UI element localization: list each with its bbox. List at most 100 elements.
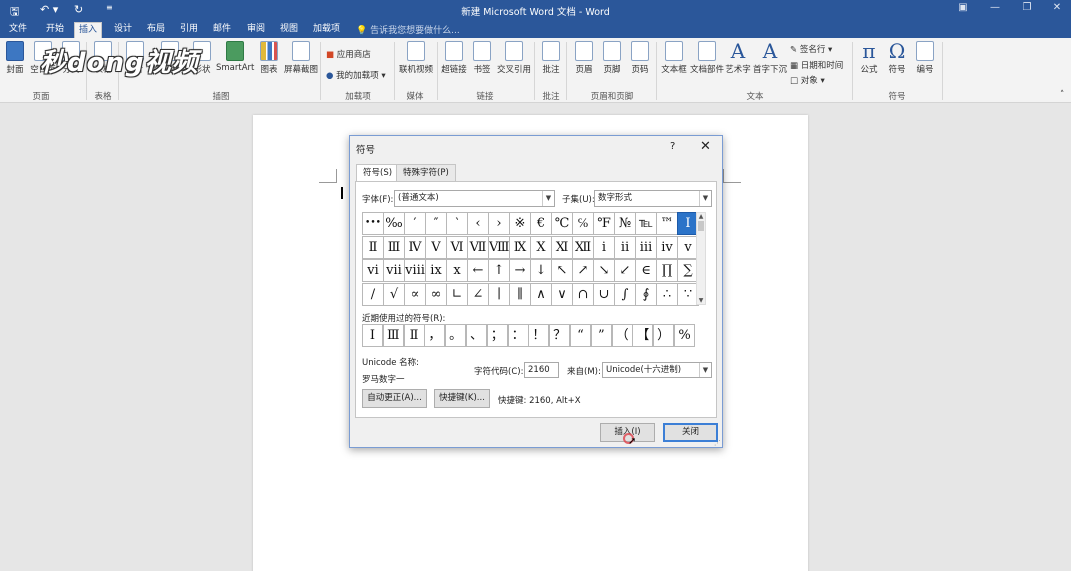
symbol-cell[interactable]: ∮ <box>635 282 657 306</box>
symbol-cell[interactable]: ∪ <box>593 282 615 306</box>
recent-symbol-cell[interactable]: 。 <box>445 324 467 347</box>
symbol-cell[interactable]: Ⅳ <box>404 235 426 259</box>
symbol-cell[interactable]: ∈ <box>635 259 657 282</box>
bookmark-button[interactable]: 书签 <box>467 41 497 75</box>
symbol-cell[interactable]: ↓ <box>530 259 552 282</box>
symbol-cell[interactable]: ↙ <box>614 259 636 282</box>
symbol-cell[interactable]: ⅵ <box>362 259 384 282</box>
symbol-cell[interactable]: Ⅵ <box>446 235 468 259</box>
symbol-cell[interactable]: ∞ <box>425 282 447 306</box>
symbol-cell[interactable]: ↗ <box>572 259 594 282</box>
tab-references[interactable]: 引用 <box>176 22 202 38</box>
from-select[interactable]: Unicode(十六进制) ▼ <box>602 362 712 378</box>
recent-symbol-cell[interactable]: ？ <box>549 324 571 347</box>
tab-layout[interactable]: 布局 <box>143 22 169 38</box>
symbol-cell[interactable]: ℃ <box>551 212 573 235</box>
cross-reference-button[interactable]: 交叉引用 <box>495 41 533 75</box>
close-button[interactable]: 关闭 <box>663 423 718 442</box>
autocorrect-button[interactable]: 自动更正(A)... <box>362 389 427 408</box>
object-button[interactable]: □ 对象 ▾ <box>790 74 825 86</box>
signature-line-button[interactable]: ✎ 签名行 ▾ <box>790 43 832 55</box>
symbol-cell[interactable]: ℉ <box>593 212 615 235</box>
symbol-cell[interactable]: ∧ <box>530 282 552 306</box>
symbol-cell[interactable]: ∩ <box>572 282 594 306</box>
symbol-cell[interactable]: ∴ <box>656 282 678 306</box>
symbol-cell[interactable]: → <box>509 259 531 282</box>
symbol-cell[interactable]: Ⅷ <box>488 235 510 259</box>
tab-insert[interactable]: 插入 <box>74 22 103 38</box>
recent-symbol-cell[interactable]: “ <box>570 324 591 347</box>
symbol-grid-scrollbar[interactable]: ▲ ▼ <box>696 212 706 305</box>
resize-grip-icon[interactable]: ⋰ <box>714 439 721 447</box>
scroll-down-icon[interactable]: ▼ <box>697 297 705 304</box>
recent-symbol-cell[interactable]: Ⅲ <box>382 324 404 347</box>
close-icon[interactable]: ✕ <box>700 139 711 154</box>
subset-select[interactable]: 数字形式 ▼ <box>594 190 712 207</box>
symbol-cell[interactable]: ∠ <box>467 282 489 306</box>
symbol-cell[interactable]: € <box>530 212 552 235</box>
char-code-input[interactable]: 2160 <box>524 362 559 378</box>
font-select[interactable]: (普通文本) ▼ <box>394 190 555 207</box>
symbol-cell[interactable]: ′ <box>404 212 426 235</box>
symbol-cell[interactable]: Ⅶ <box>467 235 489 259</box>
close-window-icon[interactable]: ✕ <box>1042 2 1071 13</box>
numbering-button[interactable]: 编号 <box>910 41 940 75</box>
symbol-cell[interactable]: ⅰ <box>593 235 615 259</box>
symbol-cell[interactable]: Ⅺ <box>551 235 573 259</box>
recent-symbol-cell[interactable]: （ <box>611 324 633 347</box>
symbol-cell[interactable]: ⅶ <box>383 259 405 282</box>
symbol-cell[interactable]: ™ <box>656 212 678 235</box>
symbol-cell[interactable]: ↘ <box>593 259 615 282</box>
recent-symbol-cell[interactable]: ！ <box>528 324 550 347</box>
quick-parts-button[interactable]: 文档部件 <box>689 41 725 75</box>
hyperlink-button[interactable]: 超链接 <box>439 41 469 75</box>
symbol-cell[interactable]: ⅳ <box>656 235 678 259</box>
tab-symbols[interactable]: 符号(S) <box>356 164 400 182</box>
ribbon-display-options-icon[interactable]: ▣ <box>948 2 978 13</box>
comment-button[interactable]: 批注 <box>536 41 566 75</box>
tab-view[interactable]: 视图 <box>276 22 302 38</box>
drop-cap-button[interactable]: A 首字下沉 <box>752 41 788 75</box>
recent-symbol-cell[interactable]: Ⅱ <box>403 324 425 347</box>
symbol-cell[interactable]: ∥ <box>509 282 531 306</box>
screenshot-button[interactable]: 屏幕截图 <box>282 41 320 75</box>
symbol-cell[interactable]: ∟ <box>446 282 468 306</box>
help-icon[interactable]: ? <box>670 141 675 152</box>
symbol-cell[interactable]: ∫ <box>614 282 636 306</box>
symbol-cell[interactable]: ℅ <box>572 212 594 235</box>
tab-review[interactable]: 审阅 <box>243 22 269 38</box>
symbol-cell[interactable]: ‹ <box>467 212 489 235</box>
recent-symbol-cell[interactable]: ） <box>653 324 675 347</box>
scroll-up-icon[interactable]: ▲ <box>697 213 705 220</box>
wordart-button[interactable]: A 艺术字 <box>723 41 753 75</box>
symbol-cell[interactable]: ∝ <box>404 282 426 306</box>
symbol-button[interactable]: Ω 符号 <box>882 41 912 75</box>
symbol-cell[interactable]: ⅱ <box>614 235 636 259</box>
tab-mailings[interactable]: 邮件 <box>209 22 235 38</box>
symbol-cell[interactable]: ⅲ <box>635 235 657 259</box>
symbol-cell[interactable]: ⅷ <box>404 259 426 282</box>
tab-file[interactable]: 文件 <box>5 22 31 38</box>
my-addins-button[interactable]: ● 我的加载项 ▾ <box>326 69 386 81</box>
recent-symbol-cell[interactable]: % <box>674 324 695 347</box>
tab-addins[interactable]: 加载项 <box>309 22 344 38</box>
shortcut-key-button[interactable]: 快捷键(K)... <box>434 389 490 408</box>
scroll-thumb[interactable] <box>698 221 704 231</box>
footer-button[interactable]: 页脚 <box>597 41 627 75</box>
tell-me-search[interactable]: 💡 告诉我您想要做什么... <box>356 23 460 36</box>
symbol-cell[interactable]: ‰ <box>383 212 405 235</box>
symbol-cell[interactable]: ※ <box>509 212 531 235</box>
recent-symbol-cell[interactable]: 、 <box>466 324 487 347</box>
recent-symbol-cell[interactable]: Ⅰ <box>362 324 383 347</box>
symbol-cell[interactable]: ∣ <box>488 282 510 306</box>
symbol-cell[interactable]: › <box>488 212 510 235</box>
symbol-cell[interactable]: ••• <box>362 212 384 235</box>
date-time-button[interactable]: ▦ 日期和时间 <box>790 59 843 71</box>
tab-design[interactable]: 设计 <box>110 22 136 38</box>
symbol-cell[interactable]: ″ <box>425 212 447 235</box>
symbol-cell[interactable]: № <box>614 212 636 235</box>
symbol-cell[interactable]: ↖ <box>551 259 573 282</box>
recent-symbol-cell[interactable]: 【 <box>632 324 654 347</box>
chart-button[interactable]: 图表 <box>254 41 284 75</box>
header-button[interactable]: 页眉 <box>569 41 599 75</box>
